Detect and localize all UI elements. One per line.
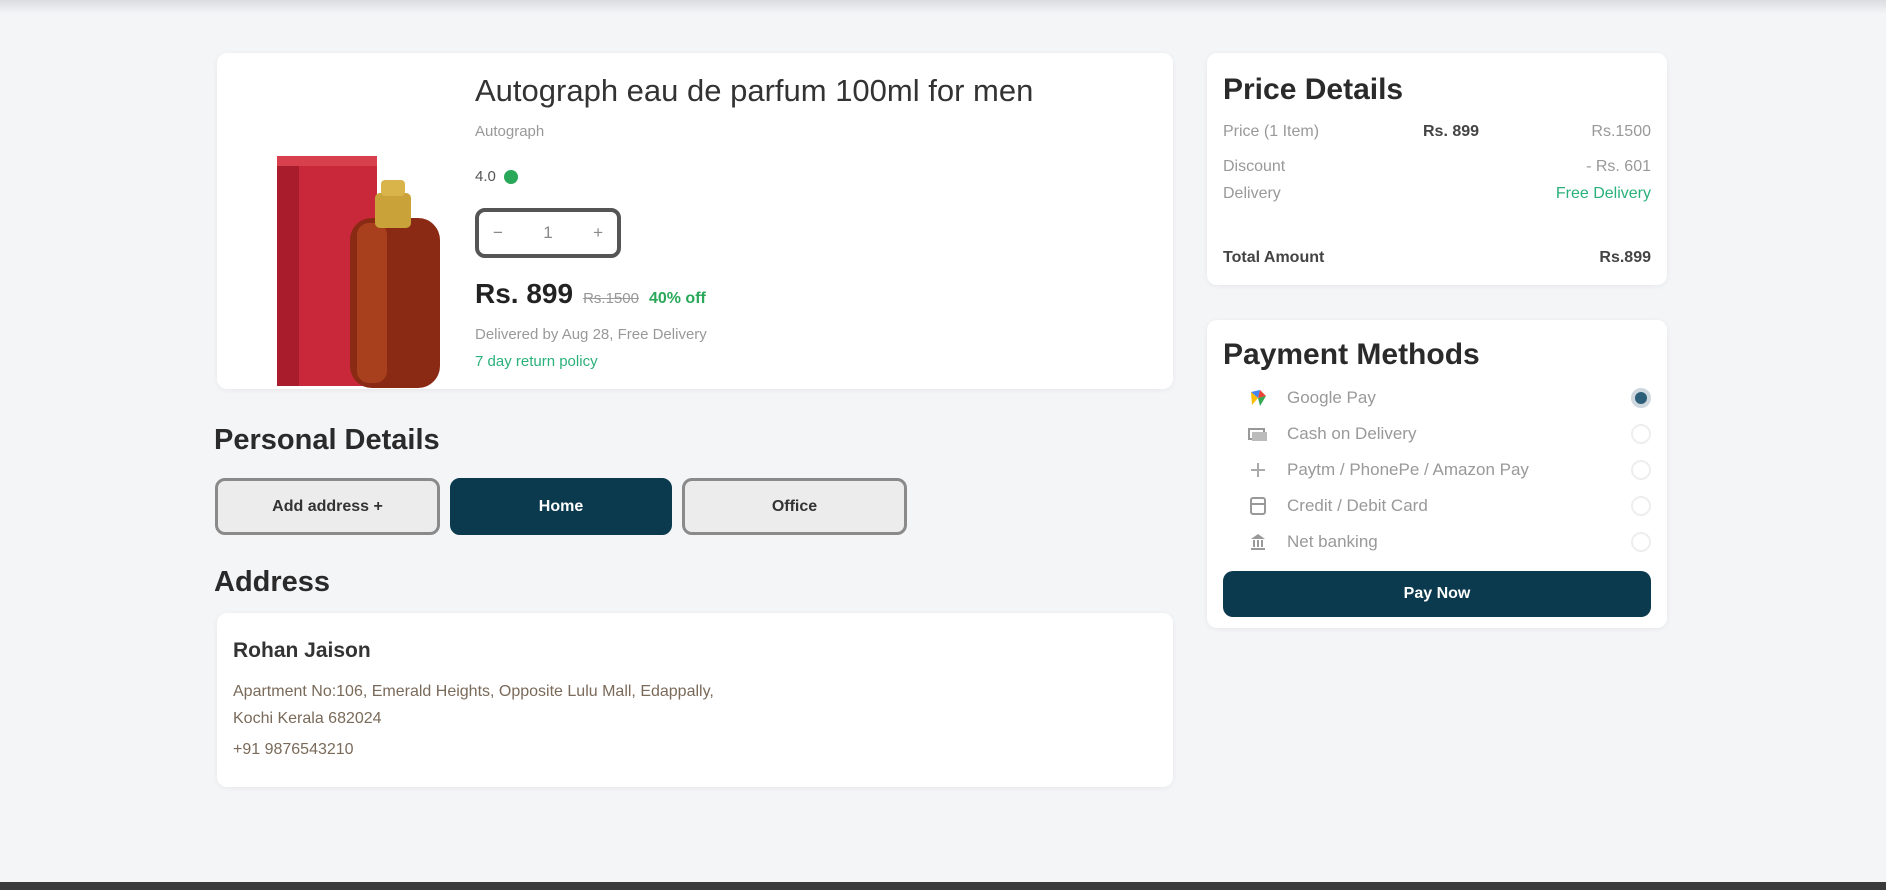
payment-option-label: Cash on Delivery: [1287, 424, 1417, 443]
payment-option-card[interactable]: Credit / Debit Card: [1247, 492, 1651, 520]
payment-option-wallet[interactable]: Paytm / PhonePe / Amazon Pay: [1247, 456, 1651, 484]
office-address-button[interactable]: Office: [682, 478, 907, 535]
product-price: Rs. 899: [475, 278, 574, 309]
radio-icon[interactable]: [1631, 460, 1651, 480]
address-line-1: Apartment No:106, Emerald Heights, Oppos…: [233, 683, 714, 700]
rating: 4.0: [475, 168, 518, 185]
payment-option-label: Net banking: [1287, 532, 1378, 551]
google-pay-icon: [1247, 387, 1269, 409]
price-row: Rs. 899 Rs.1500 40% off: [475, 278, 706, 310]
bottom-bar: [0, 882, 1886, 890]
price-details-title: Price Details: [1223, 73, 1404, 106]
product-discount: 40% off: [648, 290, 706, 307]
radio-icon[interactable]: [1631, 496, 1651, 516]
increment-button[interactable]: +: [593, 223, 603, 243]
payment-option-netbanking[interactable]: Net banking: [1247, 528, 1651, 556]
quantity-value: 1: [543, 223, 553, 242]
address-title: Address: [214, 566, 331, 598]
discount-value: - Rs. 601: [1586, 158, 1651, 175]
payment-option-label: Paytm / PhonePe / Amazon Pay: [1287, 460, 1529, 479]
price-value: Rs.1500: [1591, 123, 1651, 140]
payment-option-label: Credit / Debit Card: [1287, 496, 1428, 515]
price-details-card: Price Details Price (1 Item) Rs. 899 Rs.…: [1207, 53, 1667, 285]
payment-methods-title: Payment Methods: [1223, 338, 1480, 371]
total-value: Rs.899: [1599, 249, 1651, 266]
radio-icon[interactable]: [1631, 424, 1651, 444]
address-line-2: Kochi Kerala 682024: [233, 710, 382, 727]
pay-now-button[interactable]: Pay Now: [1223, 571, 1651, 617]
payment-option-cod[interactable]: Cash on Delivery: [1247, 420, 1651, 448]
product-image: [277, 156, 440, 388]
price-row: Price (1 Item) Rs. 899 Rs.1500: [1223, 123, 1651, 141]
product-mrp: Rs.1500: [583, 290, 639, 307]
bank-icon: [1247, 531, 1269, 553]
decrement-button[interactable]: −: [493, 223, 503, 243]
total-row: Total Amount Rs.899: [1223, 249, 1651, 267]
payment-option-google-pay[interactable]: Google Pay: [1247, 384, 1651, 412]
delivery-row: Delivery Free Delivery: [1223, 185, 1651, 203]
address-name: Rohan Jaison: [233, 639, 371, 662]
return-policy: 7 day return policy: [475, 353, 598, 370]
address-phone: +91 9876543210: [233, 741, 354, 758]
personal-details-title: Personal Details: [214, 424, 440, 456]
home-address-button[interactable]: Home: [450, 478, 672, 535]
top-shadow: [0, 0, 1886, 14]
delivery-label: Delivery: [1223, 185, 1281, 202]
delivery-info: Delivered by Aug 28, Free Delivery: [475, 326, 707, 343]
discount-label: Discount: [1223, 158, 1286, 175]
product-card: Autograph eau de parfum 100ml for men Au…: [217, 53, 1173, 389]
product-brand: Autograph: [475, 123, 545, 140]
radio-icon[interactable]: [1631, 532, 1651, 552]
price-label: Price (1 Item): [1223, 123, 1320, 140]
cash-icon: [1247, 423, 1269, 445]
radio-checked-icon[interactable]: [1631, 388, 1651, 408]
price-mid: Rs. 899: [1423, 123, 1480, 140]
product-title: Autograph eau de parfum 100ml for men: [475, 73, 1034, 108]
discount-row: Discount - Rs. 601: [1223, 158, 1651, 176]
wallet-icon: [1247, 459, 1269, 481]
delivery-value: Free Delivery: [1555, 185, 1651, 202]
total-label: Total Amount: [1223, 249, 1325, 266]
payment-option-label: Google Pay: [1287, 388, 1376, 407]
payment-methods-card: Payment Methods Google Pay Cash on Deliv…: [1207, 320, 1667, 628]
add-address-button[interactable]: Add address +: [215, 478, 440, 535]
rating-value: 4.0: [475, 168, 496, 185]
card-icon: [1247, 495, 1269, 517]
address-card: Rohan Jaison Apartment No:106, Emerald H…: [217, 613, 1173, 787]
rating-dot-icon: [503, 169, 518, 184]
quantity-stepper[interactable]: − 1 +: [475, 208, 621, 258]
